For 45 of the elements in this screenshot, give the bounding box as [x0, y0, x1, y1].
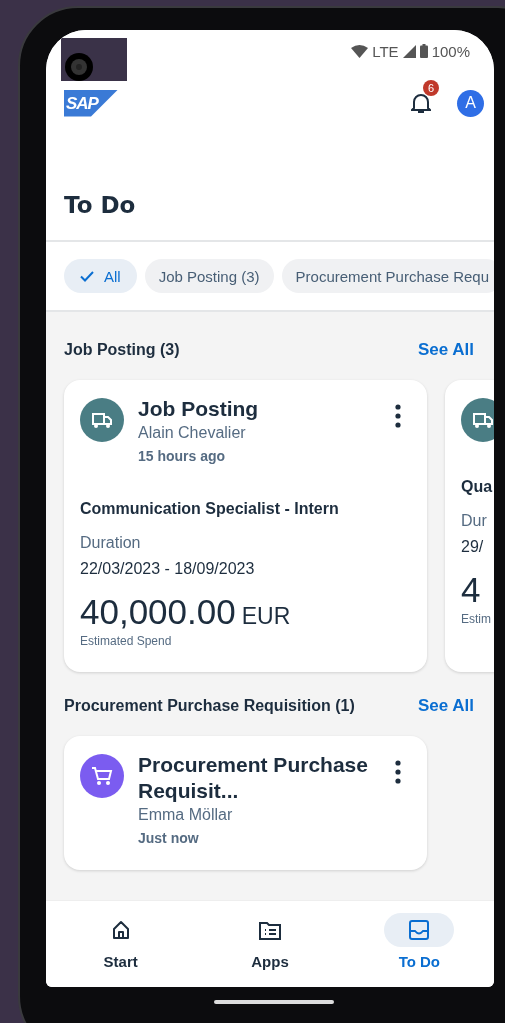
- camera-icon: [61, 38, 127, 81]
- notification-badge: 6: [423, 79, 439, 96]
- card-time: Just now: [138, 830, 200, 846]
- task-card[interactable]: Procurement Purchase Requisit... Emma Möllar Just now: [64, 736, 427, 870]
- task-card[interactable]: Qua Dur 29/ 4 Estim: [445, 380, 494, 672]
- card-title: Job Posting: [138, 396, 260, 422]
- card-author: Alain Chevalier: [138, 424, 247, 442]
- logo: SAP: [64, 89, 118, 117]
- section-title: Procurement Purchase Requisition (1): [64, 697, 355, 715]
- amount-value: 4: [461, 570, 481, 609]
- signal-icon: [402, 44, 416, 58]
- amount-label: Estimated Spend: [80, 634, 173, 648]
- card-author: Emma Möllar: [138, 806, 234, 824]
- amount-value: 40,000.00: [80, 592, 236, 631]
- notifications-button[interactable]: [409, 91, 433, 115]
- amount-label: Estim: [461, 612, 492, 626]
- filter-chip[interactable]: All: [64, 259, 137, 293]
- inbox-icon: [409, 919, 430, 940]
- page-title: To Do: [64, 192, 136, 218]
- card-time: 15 hours ago: [138, 448, 227, 464]
- filter-chip[interactable]: Job Posting (3): [144, 259, 274, 293]
- battery-icon: [419, 44, 428, 58]
- nav-tab[interactable]: Start: [75, 911, 166, 971]
- card-title: Procurement Purchase Requisit...: [138, 752, 369, 804]
- filter-chip[interactable]: Procurement Purchase Requ: [281, 259, 494, 293]
- field-value: 29/: [461, 538, 485, 556]
- card-subtitle: Qua: [461, 478, 494, 496]
- field-label: Duration: [80, 534, 142, 552]
- battery-percentage: 100%: [431, 42, 470, 60]
- section-title: Job Posting (3): [64, 341, 180, 359]
- home-icon: [110, 919, 131, 940]
- card-subtitle: Communication Specialist - Intern: [80, 500, 340, 518]
- avatar-button[interactable]: A: [457, 89, 484, 117]
- list-folder-icon: [259, 919, 281, 940]
- wifi-icon: [351, 44, 369, 58]
- network-label: LTE: [372, 42, 399, 60]
- see-all-link[interactable]: See All: [417, 340, 474, 360]
- task-card[interactable]: Job Posting Alain Chevalier 15 hours ago Communication Specialist - Intern Duration 22/03/2023 - 18/09/2023 40,000.00 EUR Estimated Spend: [64, 380, 427, 672]
- currency-label: EUR: [241, 603, 291, 629]
- see-all-link[interactable]: See All: [417, 696, 474, 716]
- field-value: 22/03/2023 - 18/09/2023: [80, 560, 256, 578]
- nav-tab[interactable]: To Do: [374, 911, 465, 971]
- field-label: Dur: [461, 512, 488, 530]
- nav-tab[interactable]: Apps: [225, 911, 315, 971]
- check-icon: [80, 270, 94, 282]
